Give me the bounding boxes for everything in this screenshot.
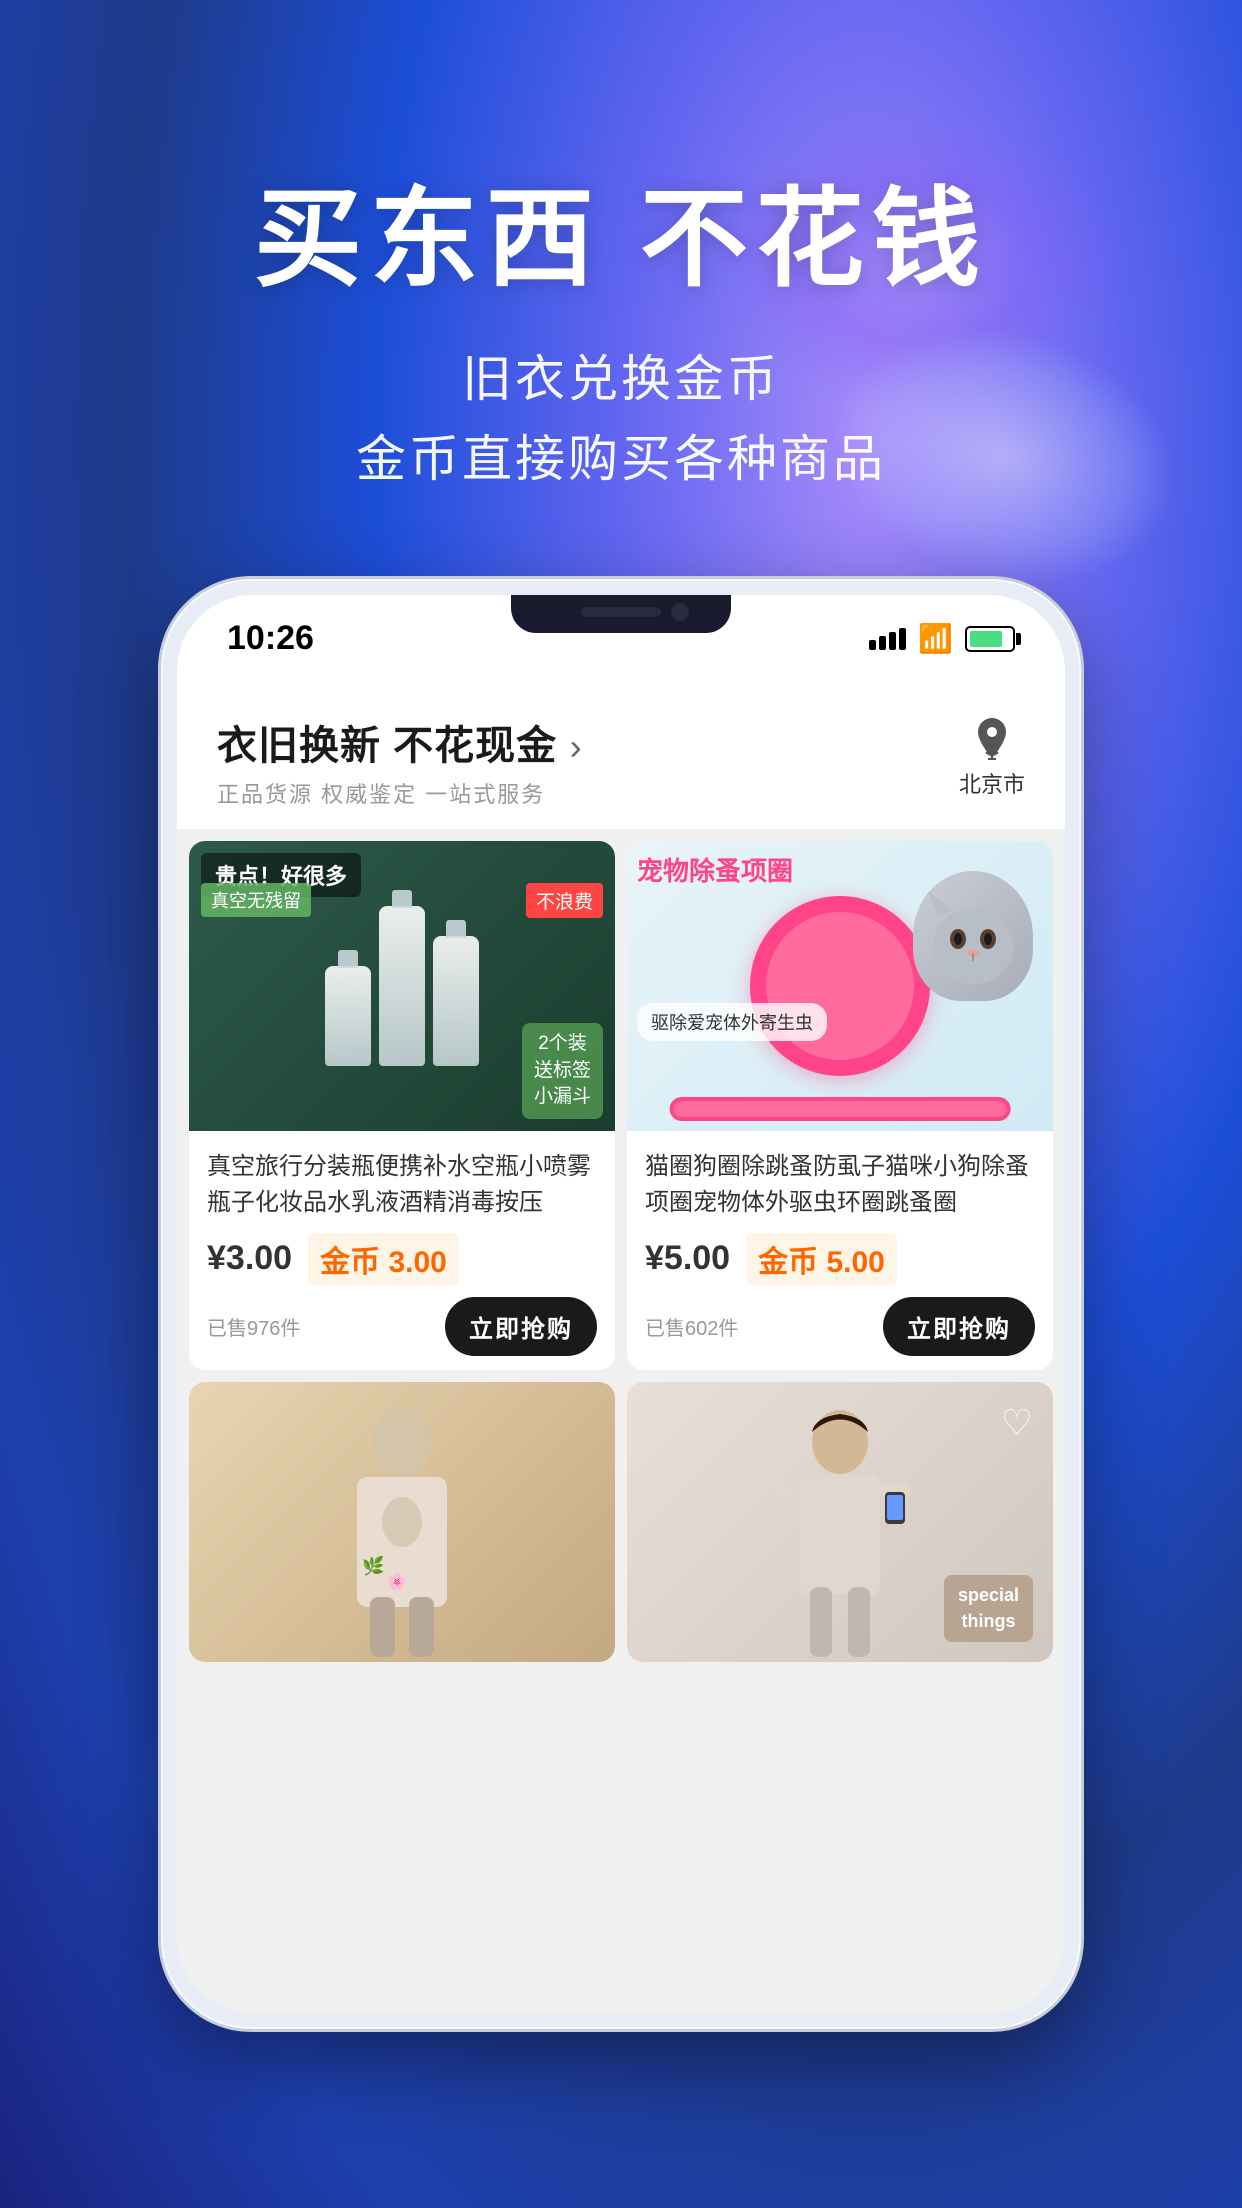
product-2-pricing: ¥5.00 金币 5.00 xyxy=(645,1233,1035,1285)
product-2-name: 猫圈狗圈除跳蚤防虱子猫咪小狗除蚤项圈宠物体外驱虫环圈跳蚤圈 xyxy=(645,1149,1035,1221)
header-section: 买东西 不花钱 旧衣兑换金币 金币直接购买各种商品 xyxy=(0,0,1242,499)
product-2-info: 猫圈狗圈除跳蚤防虱子猫咪小狗除蚤项圈宠物体外驱虫环圈跳蚤圈 ¥5.00 金币 5… xyxy=(627,1131,1053,1370)
svg-text:🌿: 🌿 xyxy=(362,1555,384,1576)
bottom-product-image-1: 🌿 🌸 xyxy=(189,1382,615,1662)
bottle-tall xyxy=(379,906,425,1066)
battery-icon xyxy=(965,626,1015,652)
product-2-footer: 已售602件 立即抢购 xyxy=(645,1297,1035,1356)
bottle-cap-mid xyxy=(446,920,466,938)
bottle-group xyxy=(325,906,479,1066)
battery-fill xyxy=(970,631,1002,647)
notch-camera xyxy=(671,603,689,621)
bottom-product-image-2: ♡ specialthings xyxy=(627,1382,1053,1662)
phone-mockup: 10:26 📶 xyxy=(161,579,1081,2029)
main-headline: 买东西 不花钱 xyxy=(254,180,988,299)
special-things-badge: specialthings xyxy=(944,1575,1033,1641)
signal-bar-1 xyxy=(869,640,876,650)
bottom-products-row: 🌿 🌸 xyxy=(177,1382,1065,1674)
product-image-2: 宠物除蚤项圈 驱除爱宠体外寄生虫 xyxy=(627,841,1053,1131)
product-1-price-coins: 金币 3.00 xyxy=(308,1233,459,1285)
notch-speaker xyxy=(581,607,661,617)
cat-illustration xyxy=(913,871,1033,1001)
sub-headline: 旧衣兑换金币 金币直接购买各种商品 xyxy=(356,339,886,499)
phone-screen: 10:26 📶 xyxy=(177,595,1065,2013)
app-content[interactable]: 衣旧换新 不花现金 › 正品货源 权威鉴定 一站式服务 xyxy=(177,683,1065,2013)
products-grid: 贵点！好很多 真空无残留 不浪费 2个装送标签小漏斗 真空旅行分装瓶便携补水空瓶… xyxy=(177,829,1065,1382)
product-1-buy-button[interactable]: 立即抢购 xyxy=(445,1297,597,1356)
product-2-price-coins: 金币 5.00 xyxy=(746,1233,897,1285)
app-title-row: 衣旧换新 不花现金 › xyxy=(217,713,582,771)
notch xyxy=(511,595,731,633)
location-label[interactable]: 北京市 xyxy=(959,767,1025,799)
signal-bar-3 xyxy=(889,632,896,650)
svg-text:🌸: 🌸 xyxy=(387,1572,407,1591)
product-card-2[interactable]: 宠物除蚤项圈 驱除爱宠体外寄生虫 猫圈狗圈除跳蚤防虱子猫咪小狗除蚤项圈宠物体外驱… xyxy=(627,841,1053,1370)
product-1-price-rmb: ¥3.00 xyxy=(207,1239,292,1278)
product-1-badge-green: 真空无残留 xyxy=(201,883,311,917)
app-header-right: 北京市 xyxy=(959,713,1025,799)
product-1-info: 真空旅行分装瓶便携补水空瓶小喷雾瓶子化妆品水乳液酒精消毒按压 ¥3.00 金币 … xyxy=(189,1131,615,1370)
product-1-name: 真空旅行分装瓶便携补水空瓶小喷雾瓶子化妆品水乳液酒精消毒按压 xyxy=(207,1149,597,1221)
bottle-mid xyxy=(433,936,479,1066)
page-content: 买东西 不花钱 旧衣兑换金币 金币直接购买各种商品 10:26 xyxy=(0,0,1242,2208)
bottle-cap-small xyxy=(338,950,358,968)
product-2-pet-badge: 驱除爱宠体外寄生虫 xyxy=(637,1003,827,1041)
product-image-1: 贵点！好很多 真空无残留 不浪费 2个装送标签小漏斗 xyxy=(189,841,615,1131)
product-1-footer: 已售976件 立即抢购 xyxy=(207,1297,597,1356)
status-icons: 📶 xyxy=(869,622,1015,655)
product-card-1[interactable]: 贵点！好很多 真空无残留 不浪费 2个装送标签小漏斗 真空旅行分装瓶便携补水空瓶… xyxy=(189,841,615,1370)
clothing-figure-left: 🌿 🌸 xyxy=(302,1402,502,1662)
status-bar: 10:26 📶 xyxy=(177,595,1065,683)
location-icon[interactable] xyxy=(967,713,1017,763)
clothing-figure-right xyxy=(740,1402,940,1662)
product-1-sold: 已售976件 xyxy=(207,1312,300,1341)
heart-icon: ♡ xyxy=(1001,1402,1033,1444)
pet-collar-bottom xyxy=(670,1097,1011,1121)
signal-bars-icon xyxy=(869,628,906,650)
product-2-buy-button[interactable]: 立即抢购 xyxy=(883,1297,1035,1356)
pet-collar-illustration xyxy=(750,896,930,1076)
product-1-pricing: ¥3.00 金币 3.00 xyxy=(207,1233,597,1285)
product-2-title-badge: 宠物除蚤项圈 xyxy=(637,851,793,888)
signal-bar-4 xyxy=(899,628,906,650)
product-1-badge-bottom: 2个装送标签小漏斗 xyxy=(522,1023,603,1119)
app-header-left: 衣旧换新 不花现金 › 正品货源 权威鉴定 一站式服务 xyxy=(217,713,582,809)
app-subtitle: 正品货源 权威鉴定 一站式服务 xyxy=(217,777,582,809)
app-title-arrow[interactable]: › xyxy=(570,726,582,767)
app-header: 衣旧换新 不花现金 › 正品货源 权威鉴定 一站式服务 xyxy=(177,683,1065,829)
app-title: 衣旧换新 不花现金 xyxy=(217,724,557,768)
product-2-price-rmb: ¥5.00 xyxy=(645,1239,730,1278)
bottom-product-card-2[interactable]: ♡ specialthings xyxy=(627,1382,1053,1662)
wifi-icon: 📶 xyxy=(918,622,953,655)
signal-bar-2 xyxy=(879,636,886,650)
bottom-product-card-1[interactable]: 🌿 🌸 xyxy=(189,1382,615,1662)
bottle-small xyxy=(325,966,371,1066)
bottle-cap-tall xyxy=(392,890,412,908)
product-2-sold: 已售602件 xyxy=(645,1312,738,1341)
product-1-badge-red: 不浪费 xyxy=(526,883,603,918)
